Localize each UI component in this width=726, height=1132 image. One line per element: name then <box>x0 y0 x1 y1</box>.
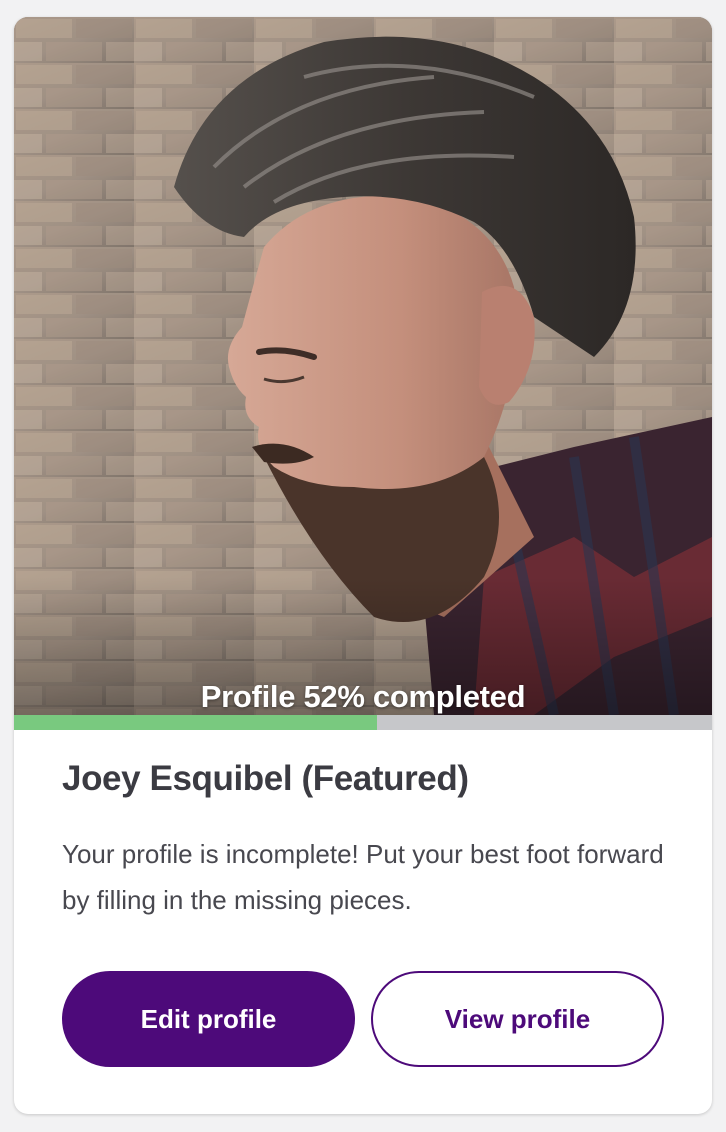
view-profile-button[interactable]: View profile <box>371 971 664 1067</box>
profile-name: Joey Esquibel (Featured) <box>62 759 469 798</box>
edit-profile-button[interactable]: Edit profile <box>62 971 355 1067</box>
profile-completion-label: Profile 52% completed <box>200 679 526 714</box>
profile-incomplete-message: Your profile is incomplete! Put your bes… <box>62 839 664 915</box>
profile-photo-image <box>14 17 712 715</box>
profile-progress-fill <box>14 715 377 730</box>
profile-progress-bar <box>14 715 712 730</box>
profile-photo: Profile 52% completed <box>14 17 712 715</box>
profile-card: Profile 52% completed Joey Esquibel (Fea… <box>14 17 712 1114</box>
